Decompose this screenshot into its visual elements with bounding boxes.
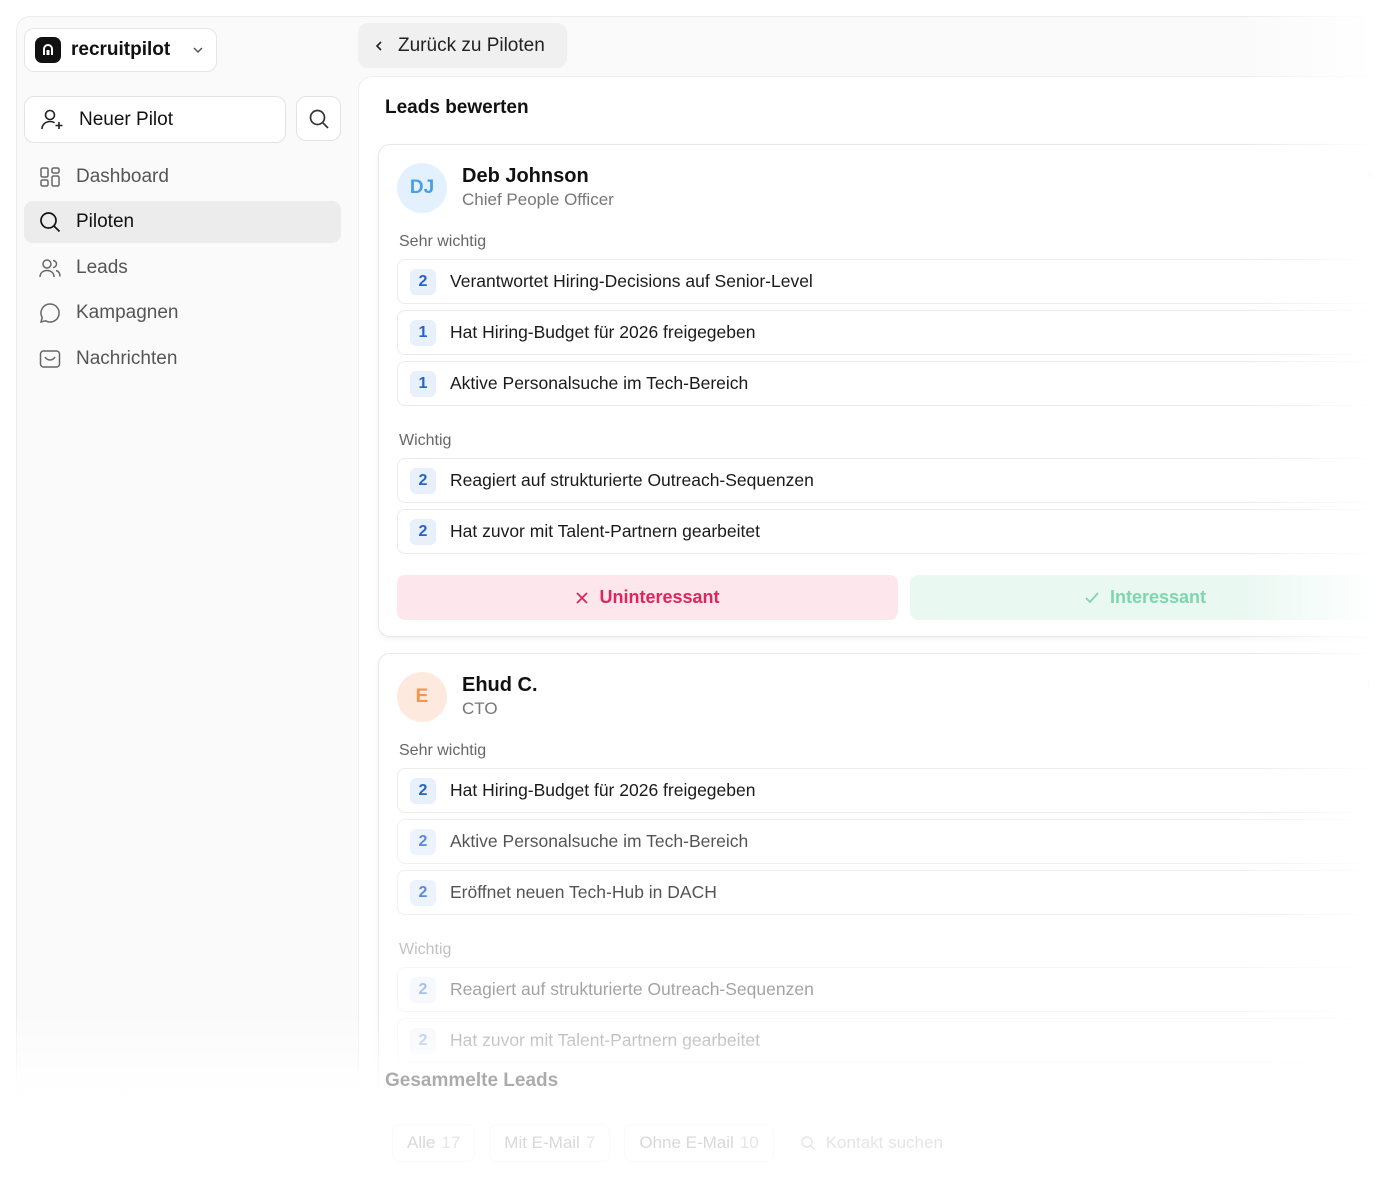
- count-badge: 2: [410, 879, 436, 906]
- count-badge: 2: [410, 777, 436, 804]
- inbox-icon: [39, 349, 61, 368]
- criterion-item: 2 Eröffnet neuen Tech-Hub in DACH: [397, 870, 1397, 915]
- criterion-text: Aktive Personalsuche im Tech-Bereich: [450, 373, 749, 393]
- logo-icon: [35, 37, 61, 63]
- section-label: Sehr wichtig: [399, 233, 487, 250]
- sidebar-item-label: Piloten: [76, 211, 135, 233]
- criterion-item: 2 Reagiert auf strukturierte Outreach-Se…: [397, 967, 1397, 1012]
- section-label: Sehr wichtig: [399, 742, 487, 759]
- lead-name: Ehud C.: [462, 674, 538, 696]
- criterion-item: 2 Aktive Personalsuche im Tech-Bereich: [397, 819, 1397, 864]
- lead-name: Deb Johnson: [462, 165, 589, 187]
- sidebar-item-nachrichten[interactable]: Nachrichten: [24, 338, 341, 380]
- criterion-text: Hat zuvor mit Talent-Partnern gearbeitet: [450, 1030, 760, 1050]
- chevron-down-icon: [193, 47, 203, 54]
- avatar: E: [397, 672, 447, 722]
- new-pilot-button[interactable]: Neuer Pilot: [24, 96, 286, 143]
- grid-icon: [40, 167, 60, 187]
- criterion-text: Eröffnet neuen Tech-Hub in DACH: [450, 882, 717, 902]
- workspace-switcher[interactable]: recruitpilot: [24, 28, 217, 72]
- criterion-item: 2 Hat zuvor mit Talent-Partnern gearbeit…: [397, 509, 1397, 554]
- filter-count: 17: [441, 1133, 461, 1152]
- section-label: Wichtig: [399, 941, 452, 958]
- criterion-item: 2 Hat Hiring-Budget für 2026 freigegeben: [397, 768, 1397, 813]
- sidebar-item-kampagnen[interactable]: Kampagnen: [24, 292, 341, 334]
- new-pilot-label: Neuer Pilot: [79, 108, 173, 130]
- check-icon: [1085, 591, 1099, 603]
- close-icon: [576, 591, 589, 604]
- criterion-item: 1 Aktive Personalsuche im Tech-Bereich: [397, 361, 1397, 406]
- filter-with-email[interactable]: Mit E-Mail 7: [489, 1124, 611, 1162]
- score-badge: 66%: [1366, 167, 1397, 184]
- sidebar-item-piloten[interactable]: Piloten: [24, 201, 341, 244]
- lead-role: CTO: [462, 699, 498, 718]
- lead-filters: Alle 17 Mit E-Mail 7 Ohne E-Mail 10 Kont…: [392, 1124, 955, 1162]
- count-badge: 1: [410, 370, 436, 397]
- count-badge: 2: [410, 467, 436, 494]
- chat-bubble-icon: [39, 303, 60, 324]
- add-user-icon: [41, 109, 63, 129]
- filter-all[interactable]: Alle 17: [392, 1124, 476, 1162]
- count-badge: 2: [410, 976, 436, 1003]
- search-icon: [800, 1136, 815, 1151]
- contact-search-input[interactable]: Kontakt suchen: [788, 1124, 955, 1162]
- score-badge: 63%: [1366, 676, 1397, 693]
- contact-search-placeholder: Kontakt suchen: [825, 1133, 943, 1152]
- page-title: Leads bewerten: [385, 97, 529, 118]
- count-badge: 2: [410, 268, 436, 295]
- count-badge: 2: [410, 1027, 436, 1054]
- interesting-button[interactable]: Interessant: [910, 575, 1380, 620]
- criterion-item: 2 Hat zuvor mit Talent-Partnern gearbeit…: [397, 1018, 1397, 1063]
- criterion-text: Verantwortet Hiring-Decisions auf Senior…: [450, 271, 813, 291]
- lead-card: DJ Deb Johnson Chief People Officer 66% …: [378, 144, 1400, 637]
- uninteresting-button[interactable]: Uninteressant: [397, 575, 898, 620]
- count-badge: 2: [410, 828, 436, 855]
- criterion-item: 2 Verantwortet Hiring-Decisions auf Seni…: [397, 259, 1397, 304]
- sidebar-item-label: Kampagnen: [76, 302, 179, 324]
- criterion-text: Hat Hiring-Budget für 2026 freigegeben: [450, 780, 756, 800]
- filter-label: Ohne E-Mail: [639, 1133, 734, 1152]
- filter-label: Alle: [407, 1133, 436, 1152]
- filter-count: 7: [585, 1133, 596, 1152]
- count-badge: 1: [410, 319, 436, 346]
- section-label: Wichtig: [399, 432, 452, 449]
- filter-count: 10: [739, 1133, 759, 1152]
- sidebar-item-label: Dashboard: [76, 166, 169, 187]
- search-button[interactable]: [296, 96, 341, 141]
- criterion-text: Hat zuvor mit Talent-Partnern gearbeitet: [450, 521, 760, 541]
- sidebar-nav: Dashboard Piloten Leads Kampagnen Nachri…: [24, 156, 341, 383]
- workspace-name: recruitpilot: [71, 39, 171, 60]
- interesting-label: Interessant: [1109, 587, 1207, 607]
- criterion-text: Reagiert auf strukturierte Outreach-Sequ…: [450, 979, 814, 999]
- filter-without-email[interactable]: Ohne E-Mail 10: [624, 1124, 774, 1162]
- lead-card: E Ehud C. CTO 63% Sehr wichtig 2 Hat Hir…: [378, 653, 1400, 1173]
- search-icon: [309, 109, 329, 129]
- back-to-pilots-button[interactable]: Zurück zu Piloten: [358, 23, 567, 68]
- criterion-item: 2 Reagiert auf strukturierte Outreach-Se…: [397, 458, 1397, 503]
- uninteresting-label: Uninteressant: [599, 587, 720, 607]
- sidebar-item-label: Nachrichten: [76, 347, 178, 369]
- sidebar-item-leads[interactable]: Leads: [24, 247, 341, 289]
- count-badge: 2: [410, 518, 436, 545]
- criterion-item: 1 Hat Hiring-Budget für 2026 freigegeben: [397, 310, 1397, 355]
- criterion-text: Aktive Personalsuche im Tech-Bereich: [450, 831, 749, 851]
- chevron-left-icon: [375, 40, 382, 51]
- sidebar-item-label: Leads: [76, 256, 128, 278]
- users-icon: [39, 259, 61, 277]
- back-label: Zurück zu Piloten: [398, 34, 545, 56]
- criterion-text: Reagiert auf strukturierte Outreach-Sequ…: [450, 470, 814, 490]
- filter-label: Mit E-Mail: [504, 1133, 580, 1152]
- sidebar-item-dashboard[interactable]: Dashboard: [24, 156, 341, 198]
- collected-leads-title: Gesammelte Leads: [385, 1070, 559, 1091]
- search-icon: [40, 212, 61, 233]
- criterion-text: Hat Hiring-Budget für 2026 freigegeben: [450, 322, 756, 342]
- avatar: DJ: [397, 163, 447, 213]
- lead-role: Chief People Officer: [462, 190, 614, 209]
